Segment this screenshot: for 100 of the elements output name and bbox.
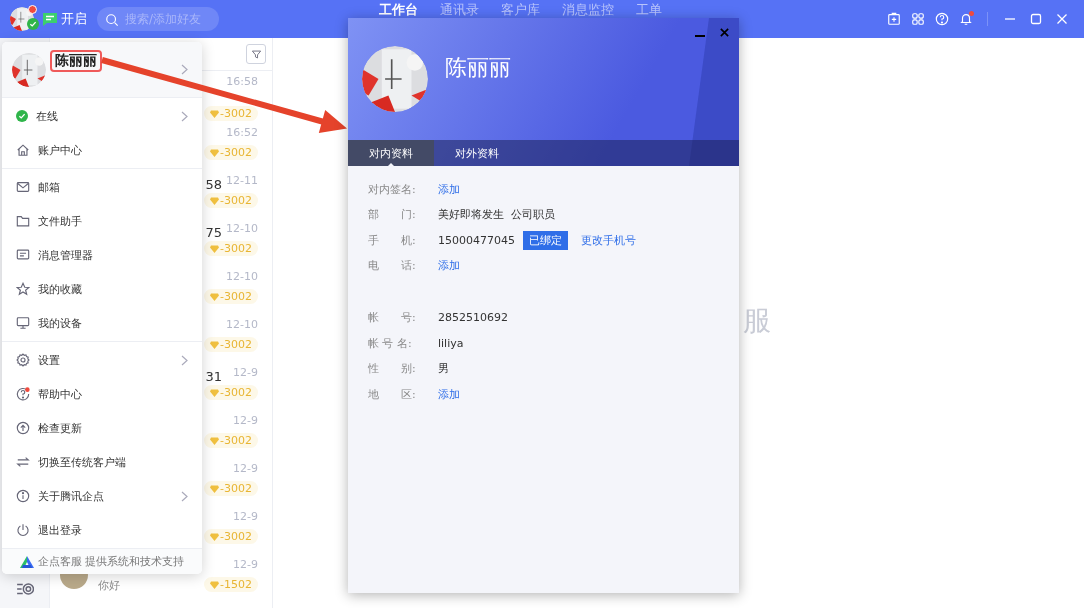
points-value: -3002	[220, 434, 252, 447]
menu-item[interactable]: 文件助手	[2, 204, 202, 238]
add-box-icon	[887, 12, 901, 26]
message-time: 12-9	[233, 462, 258, 475]
mail-icon	[16, 180, 30, 194]
menu-item[interactable]: 退出登录	[2, 513, 202, 547]
power-icon	[16, 523, 30, 537]
menu-item[interactable]: 帮助中心	[2, 377, 202, 411]
field-value: 15000477045	[438, 233, 515, 247]
chat-icon	[42, 12, 58, 26]
message-time: 12-10	[226, 318, 258, 331]
profile-menu-item[interactable]: 陈丽丽	[2, 42, 202, 98]
bell-icon	[959, 12, 973, 26]
diamond-icon	[210, 244, 220, 253]
folder-icon	[16, 214, 30, 228]
menu-item[interactable]: 我的收藏	[2, 272, 202, 306]
points-value: -3002	[220, 107, 252, 120]
home-icon	[16, 143, 30, 157]
switch-icon	[16, 455, 30, 469]
add-link[interactable]: 添加	[438, 387, 460, 403]
footer-text: 企点客服 提供系统和技术支持	[37, 554, 185, 569]
field-value: liliya	[438, 336, 464, 350]
message-preview: 你好	[98, 577, 120, 593]
logo-icon	[19, 555, 34, 568]
diamond-icon	[210, 109, 220, 118]
menu-item[interactable]: 消息管理器	[2, 238, 202, 272]
field-label: 帐 号 名:	[368, 335, 413, 351]
menu-item[interactable]: 账户中心	[2, 133, 202, 167]
field-value: 2852510692	[438, 311, 508, 325]
field-value: 男	[438, 361, 449, 377]
field-label: 地 区:	[368, 387, 417, 403]
field-label: 性 别:	[368, 361, 417, 377]
close-icon	[718, 26, 731, 39]
message-time: 12-9	[233, 558, 258, 571]
diamond-icon	[210, 580, 220, 589]
message-time: 12-10	[226, 270, 258, 283]
diamond-icon	[210, 292, 220, 301]
menu-item[interactable]: 我的设备	[2, 306, 202, 340]
filter-icon	[250, 48, 262, 60]
minimize-icon	[1005, 18, 1015, 20]
chevron-icon	[181, 64, 188, 75]
filter-button[interactable]	[246, 44, 266, 64]
chevron-icon	[181, 354, 188, 366]
help-icon	[935, 12, 949, 26]
field-label: 对内签名:	[368, 181, 417, 197]
points-value: -3002	[220, 482, 252, 495]
diamond-icon	[210, 484, 220, 493]
add-link[interactable]: 添加	[438, 181, 460, 197]
profile-name: 陈丽丽	[445, 54, 511, 82]
points-value: -3002	[220, 386, 252, 399]
message-time: 12-9	[233, 510, 258, 523]
info-icon	[16, 489, 30, 503]
contact-name: 75	[205, 224, 223, 240]
help-icon	[16, 387, 30, 401]
menu-item[interactable]: 切换至传统客户端	[2, 445, 202, 479]
diamond-icon	[210, 196, 220, 205]
diamond-icon	[210, 340, 220, 349]
notification-dot	[28, 5, 37, 14]
diamond-icon	[210, 436, 220, 445]
maximize-icon	[1028, 11, 1044, 27]
nav-tab[interactable]: 工作台	[379, 2, 418, 17]
star-icon	[16, 282, 30, 296]
points-value: -3002	[220, 530, 252, 543]
message-time: 16:52	[226, 126, 258, 139]
menu-item[interactable]: 设置	[2, 343, 202, 377]
settings-list-icon	[15, 580, 34, 598]
field-label: 电 话:	[368, 258, 417, 274]
points-value: -1502	[220, 578, 252, 591]
diamond-icon	[210, 532, 220, 541]
chevron-icon	[181, 490, 188, 502]
contact-name: 31	[205, 368, 223, 384]
message-time: 12-10	[226, 222, 258, 235]
grid-icon	[911, 12, 925, 26]
points-value: -3002	[220, 146, 252, 159]
message-icon	[16, 248, 30, 262]
profile-tab[interactable]: 对外资料	[434, 140, 520, 166]
change-phone-link[interactable]: 更改手机号	[581, 232, 636, 248]
menu-item[interactable]: 检查更新	[2, 411, 202, 445]
menu-item[interactable]: 关于腾讯企点	[2, 479, 202, 513]
message-time: 16:58	[226, 75, 258, 88]
check-icon	[16, 110, 28, 122]
chevron-icon	[181, 110, 188, 122]
menu-item[interactable]: 邮箱	[2, 170, 202, 204]
message-time: 12-9	[233, 366, 258, 379]
minimize-icon	[695, 35, 705, 37]
notification-dot	[969, 11, 974, 16]
check-icon	[27, 18, 39, 30]
add-link[interactable]: 添加	[438, 258, 460, 274]
points-value: -3002	[220, 242, 252, 255]
contact-name: 58	[205, 176, 223, 192]
points-value: -3002	[220, 338, 252, 351]
diamond-icon	[210, 148, 220, 157]
menu-item[interactable]: 在线	[2, 99, 202, 133]
points-value: -3002	[220, 290, 252, 303]
field-label: 部 门:	[368, 207, 417, 223]
profile-tab[interactable]: 对内资料	[348, 140, 434, 166]
settings-icon	[16, 353, 30, 367]
bound-tag: 已绑定	[523, 230, 568, 250]
field-label: 手 机:	[368, 232, 417, 248]
status-label[interactable]: 开启	[61, 10, 87, 28]
